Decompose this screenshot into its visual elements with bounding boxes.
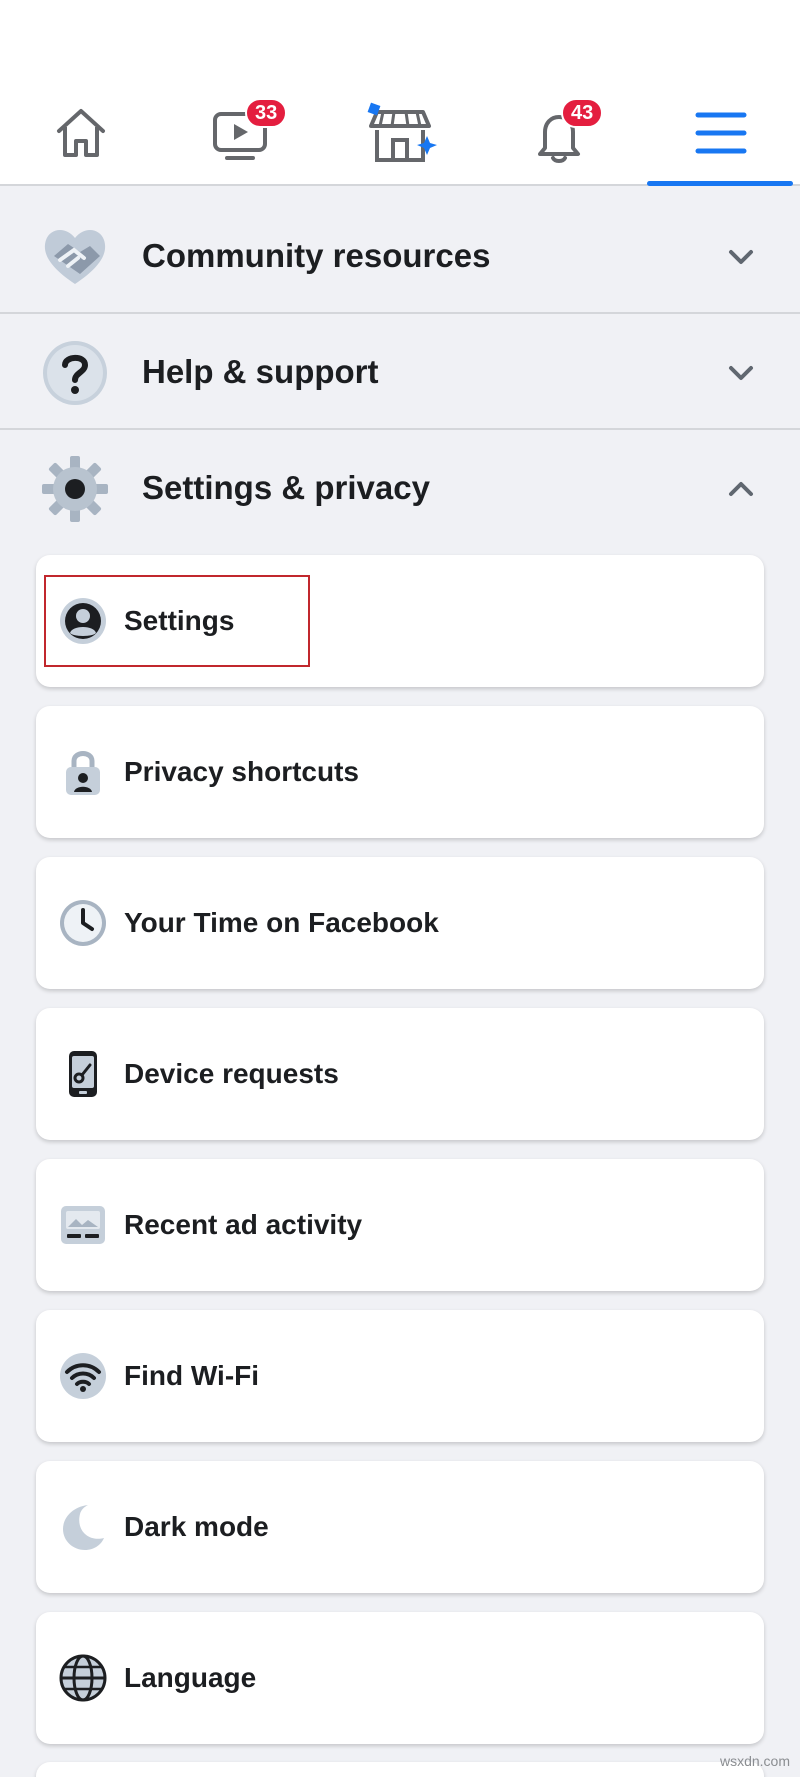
menu-item-recent-ad-activity[interactable]: Recent ad activity (36, 1159, 764, 1291)
watermark: wsxdn.com (719, 1753, 790, 1769)
top-navigation-bar: 33 43 (0, 80, 800, 186)
lock-user-icon (66, 751, 100, 795)
nav-menu-button[interactable] (655, 80, 785, 186)
menu-item-label: Your Time on Facebook (124, 907, 439, 938)
chevron-up-icon (729, 482, 753, 496)
menu-item-label: Find Wi-Fi (124, 1360, 260, 1391)
nav-watch-button[interactable]: 33 (175, 80, 305, 186)
gear-icon (42, 456, 108, 522)
section-label: Community resources (142, 237, 491, 274)
home-icon (57, 109, 105, 157)
question-mark-icon (43, 341, 107, 405)
section-help-support[interactable]: Help & support (0, 314, 800, 430)
moon-icon (63, 1505, 104, 1550)
section-community-resources[interactable]: Community resources (0, 198, 800, 314)
watch-badge: 33 (245, 98, 288, 128)
phone-key-icon (69, 1051, 97, 1097)
section-label: Settings & privacy (142, 469, 430, 506)
ad-image-icon (61, 1206, 105, 1244)
menu-item-partial[interactable] (36, 1762, 764, 1777)
facebook-menu-page: 33 43 Community resources Help & support… (0, 0, 800, 1777)
chevron-down-icon (729, 366, 753, 380)
wifi-icon (60, 1353, 106, 1399)
status-bar-area (0, 0, 800, 80)
menu-item-language[interactable]: Language (36, 1612, 764, 1744)
chevron-down-icon (729, 250, 753, 264)
section-label: Help & support (142, 353, 379, 390)
menu-item-privacy-shortcuts[interactable]: Privacy shortcuts (36, 706, 764, 838)
menu-item-dark-mode[interactable]: Dark mode (36, 1461, 764, 1593)
menu-item-label: Recent ad activity (124, 1209, 363, 1240)
nav-home-button[interactable] (15, 80, 145, 186)
menu-item-label: Privacy shortcuts (124, 756, 359, 787)
clock-icon (60, 900, 106, 946)
hamburger-menu-icon (695, 112, 747, 154)
nav-notifications-button[interactable]: 43 (495, 80, 625, 186)
menu-item-device-requests[interactable]: Device requests (36, 1008, 764, 1140)
section-settings-privacy[interactable]: Settings & privacy (0, 430, 800, 546)
globe-icon (59, 1654, 107, 1702)
notifications-badge: 43 (561, 98, 604, 128)
menu-item-settings[interactable]: Settings (36, 555, 764, 687)
marketplace-icon (367, 102, 437, 162)
menu-item-label: Device requests (124, 1058, 339, 1089)
nav-marketplace-button[interactable] (335, 80, 465, 186)
menu-item-your-time-on-facebook[interactable]: Your Time on Facebook (36, 857, 764, 989)
menu-item-label: Dark mode (124, 1511, 269, 1542)
highlight-box (44, 575, 310, 667)
active-tab-indicator (647, 181, 793, 186)
menu-item-label: Language (124, 1662, 257, 1693)
handshake-heart-icon (44, 229, 106, 284)
menu-item-find-wifi[interactable]: Find Wi-Fi (36, 1310, 764, 1442)
